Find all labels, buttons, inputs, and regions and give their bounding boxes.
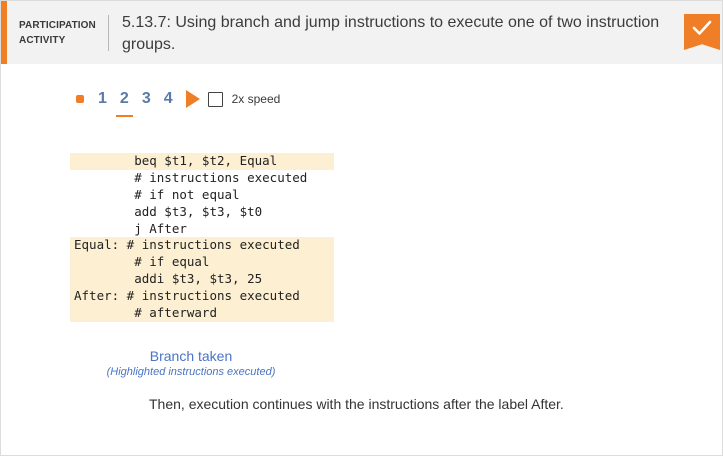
play-icon[interactable] bbox=[185, 90, 200, 108]
step-3-button[interactable]: 3 bbox=[142, 90, 151, 108]
activity-header: PARTICIPATION ACTIVITY 5.13.7: Using bra… bbox=[1, 1, 722, 64]
code-line: # if not equal bbox=[74, 186, 240, 202]
step-1-button[interactable]: 1 bbox=[98, 90, 107, 108]
completion-badge bbox=[684, 14, 720, 50]
code-block: beq $t1, $t2, Equal # instructions execu… bbox=[70, 153, 334, 322]
start-step-indicator[interactable] bbox=[76, 95, 84, 103]
speed-label: 2x speed bbox=[231, 92, 281, 106]
animation-controls: 1 2 3 4 2x speed bbox=[76, 87, 281, 117]
code-line: # afterward bbox=[70, 305, 334, 322]
code-line: j After bbox=[74, 220, 187, 236]
participation-activity: PARTICIPATION ACTIVITY 5.13.7: Using bra… bbox=[0, 0, 723, 456]
code-line: beq $t1, $t2, Equal bbox=[70, 153, 334, 170]
activity-title: 5.13.7: Using branch and jump instructio… bbox=[122, 14, 660, 53]
code-line: addi $t3, $t3, 25 bbox=[70, 271, 334, 289]
header-divider bbox=[108, 15, 109, 51]
code-line: After: # instructions executed bbox=[70, 288, 334, 306]
caption-subtitle: (Highlighted instructions executed) bbox=[106, 366, 276, 378]
check-icon bbox=[692, 20, 712, 41]
step-4-button[interactable]: 4 bbox=[164, 90, 173, 108]
participation-activity-label: PARTICIPATION ACTIVITY bbox=[19, 18, 109, 48]
step-description: Then, execution continues with the instr… bbox=[149, 396, 564, 412]
code-line: # instructions executed bbox=[74, 169, 308, 185]
caption-title: Branch taken bbox=[149, 348, 233, 364]
step-2-button[interactable]: 2 bbox=[115, 90, 133, 117]
code-line: add $t3, $t3, $t0 bbox=[74, 203, 263, 219]
speed-checkbox[interactable] bbox=[207, 91, 223, 107]
code-line: # if equal bbox=[70, 254, 334, 272]
participation-label-line2: ACTIVITY bbox=[19, 35, 66, 46]
code-line: Equal: # instructions executed bbox=[70, 237, 334, 255]
participation-label-line1: PARTICIPATION bbox=[19, 20, 96, 31]
